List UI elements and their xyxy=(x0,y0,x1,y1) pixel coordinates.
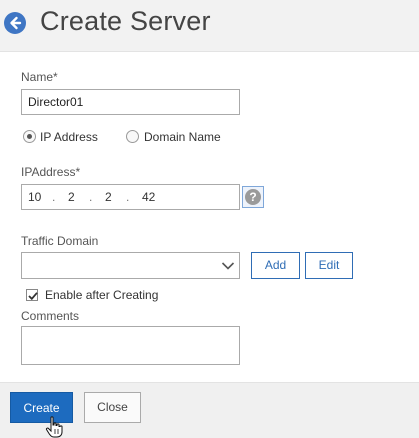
domain-name-radio-label[interactable]: Domain Name xyxy=(144,130,221,144)
close-button[interactable]: Close xyxy=(84,392,141,423)
ip-address-radio-label[interactable]: IP Address xyxy=(40,130,98,144)
question-mark-icon: ? xyxy=(245,189,261,205)
name-field[interactable]: Director01 xyxy=(21,89,240,115)
back-arrow-icon[interactable] xyxy=(4,12,26,34)
checkmark-icon xyxy=(28,292,38,301)
hand-cursor-icon xyxy=(45,416,63,438)
chevron-down-icon xyxy=(221,262,235,270)
traffic-domain-select[interactable] xyxy=(21,252,240,279)
ip-dot-separator: . xyxy=(52,190,56,204)
add-button[interactable]: Add xyxy=(251,252,300,279)
ip-address-input[interactable]: 10 . 2 . 2 . 42 xyxy=(21,184,240,210)
name-label: Name* xyxy=(21,70,58,84)
ip-octet-1[interactable]: 10 xyxy=(28,190,41,204)
page-title: Create Server xyxy=(40,6,211,36)
ip-octet-2[interactable]: 2 xyxy=(68,190,75,204)
ip-dot-separator: . xyxy=(126,190,130,204)
ip-dot-separator: . xyxy=(89,190,93,204)
ip-address-label: IPAddress* xyxy=(21,165,81,179)
page-header: Create Server xyxy=(0,0,419,52)
traffic-domain-label: Traffic Domain xyxy=(21,234,99,248)
ip-octet-4[interactable]: 42 xyxy=(142,190,155,204)
edit-button[interactable]: Edit xyxy=(305,252,353,279)
ip-octet-3[interactable]: 2 xyxy=(105,190,112,204)
comments-textarea[interactable] xyxy=(21,326,240,365)
enable-checkbox-label[interactable]: Enable after Creating xyxy=(45,288,158,302)
comments-label: Comments xyxy=(21,309,80,323)
help-button[interactable]: ? xyxy=(242,186,264,208)
enable-checkbox[interactable] xyxy=(26,289,38,301)
domain-name-radio[interactable] xyxy=(126,130,139,143)
ip-address-radio[interactable] xyxy=(23,130,36,143)
